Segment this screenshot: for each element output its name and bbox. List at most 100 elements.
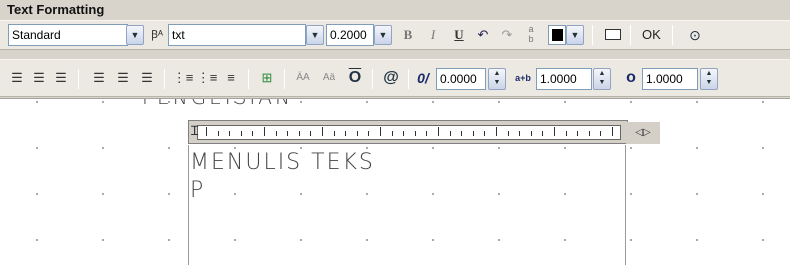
separator <box>164 69 165 89</box>
grid-dot <box>498 101 500 103</box>
resize-arrows-icon[interactable]: ◁▷ <box>626 122 660 144</box>
text-formatting-toolbar: Text Formatting Standard ▼ Ꞵᴬ txt ▼ 0.20… <box>0 0 790 99</box>
ruler-icon[interactable] <box>602 24 624 46</box>
justify-middle-icon[interactable]: ☰ <box>112 67 134 89</box>
text-line-2[interactable]: P <box>190 178 203 203</box>
ruler-tick <box>542 131 544 136</box>
ruler-tick <box>380 127 381 136</box>
separator <box>284 69 285 89</box>
ruler-tick <box>461 131 463 136</box>
height-dropdown-icon[interactable]: ▼ <box>374 25 392 45</box>
grid-dot <box>630 193 632 195</box>
tracking-input[interactable]: 1.0000 <box>536 68 592 90</box>
italic-icon[interactable]: I <box>422 24 444 46</box>
text-height-input[interactable]: 0.2000 <box>326 24 374 46</box>
grid-dot <box>762 101 764 103</box>
grid-dot <box>168 147 170 149</box>
grid-dot <box>102 101 104 103</box>
uppercase-icon[interactable]: ÄA <box>292 67 314 89</box>
align-center-icon[interactable]: ☰ <box>28 67 50 89</box>
separator <box>372 69 373 89</box>
symbol-icon[interactable]: @ <box>380 67 402 89</box>
bold-icon[interactable]: B <box>397 24 419 46</box>
undo-icon[interactable]: ↶ <box>472 24 494 46</box>
justify-bottom-icon[interactable]: ☰ <box>136 67 158 89</box>
ruler-tick <box>472 131 474 136</box>
ok-button[interactable]: OK <box>642 24 661 46</box>
options-icon[interactable]: ⊙ <box>684 24 706 46</box>
style-select[interactable]: Standard <box>8 24 128 46</box>
grid-dot <box>630 239 632 241</box>
color-dropdown-icon[interactable]: ▼ <box>566 25 584 45</box>
ruler-tick <box>345 131 347 136</box>
numbering-icon[interactable]: ⋮≡ <box>172 67 194 89</box>
ruler-scale <box>197 125 621 140</box>
ruler-tick <box>403 131 405 136</box>
ruler-tick <box>530 131 532 136</box>
ruler-tick <box>449 131 451 136</box>
style-dropdown-icon[interactable]: ▼ <box>126 25 144 45</box>
ruler-tick <box>612 127 613 136</box>
font-icon: Ꞵᴬ <box>150 29 164 41</box>
grid-dot <box>36 239 38 241</box>
grid-dot <box>300 101 302 103</box>
grid-dot <box>168 239 170 241</box>
separator <box>592 25 593 45</box>
ruler-tick <box>588 131 590 136</box>
underline-icon[interactable]: U <box>448 24 470 46</box>
font-select[interactable]: txt <box>168 24 306 46</box>
partial-text: PENGEISIAN <box>142 99 293 109</box>
grid-dot <box>696 239 698 241</box>
grid-dot <box>168 193 170 195</box>
grid-dot <box>102 239 104 241</box>
grid-dot <box>696 147 698 149</box>
tracking-spinner[interactable]: ▲ ▼ <box>593 68 611 90</box>
ruler-tick <box>496 127 497 136</box>
ruler-tick <box>484 131 486 136</box>
oblique-angle-input[interactable]: 0.0000 <box>436 68 486 90</box>
ruler-tick <box>368 131 370 136</box>
text-line-1[interactable]: MENULIS TEKS <box>190 150 375 175</box>
oblique-icon: 0/ <box>417 70 429 86</box>
stack-icon[interactable]: ab <box>520 24 542 46</box>
grid-dot <box>630 147 632 149</box>
justify-top-icon[interactable]: ☰ <box>88 67 110 89</box>
grid-dot <box>36 193 38 195</box>
grid-dot <box>102 193 104 195</box>
width-spinner[interactable]: ▲ ▼ <box>700 68 718 90</box>
overline-icon[interactable]: O <box>344 67 366 89</box>
width-factor-icon: o <box>626 69 636 86</box>
align-right-icon[interactable]: ☰ <box>50 67 72 89</box>
grid-dot <box>564 101 566 103</box>
separator <box>78 69 79 89</box>
lowercase-icon[interactable]: Aä <box>318 67 340 89</box>
separator <box>630 25 631 45</box>
list-icon[interactable]: ≡ <box>220 67 242 89</box>
color-select[interactable] <box>548 25 566 45</box>
tracking-icon: a+b <box>515 73 531 83</box>
ruler-tick <box>519 131 521 136</box>
bullets-icon[interactable]: ⋮≡ <box>196 67 218 89</box>
ruler-tick <box>565 131 567 136</box>
toolbar-title: Text Formatting <box>7 2 105 17</box>
grid-dot <box>762 147 764 149</box>
oblique-spinner[interactable]: ▲ ▼ <box>488 68 506 90</box>
ruler-tick <box>264 127 265 136</box>
indent-marker-icon[interactable]: Ɪ <box>191 123 198 139</box>
redo-icon[interactable]: ↷ <box>496 24 518 46</box>
ruler-tick <box>310 131 312 136</box>
grid-dot <box>102 147 104 149</box>
align-left-icon[interactable]: ☰ <box>6 67 28 89</box>
width-factor-input[interactable]: 1.0000 <box>642 68 698 90</box>
ruler-tick <box>240 131 242 136</box>
ruler-tick <box>252 131 254 136</box>
text-editor-ruler[interactable]: Ɪ <box>188 120 628 144</box>
insert-field-icon[interactable]: ⊞ <box>256 67 278 89</box>
ruler-tick <box>426 131 428 136</box>
ruler-tick <box>577 131 579 136</box>
ruler-tick <box>356 131 358 136</box>
ruler-tick <box>206 127 207 136</box>
font-dropdown-icon[interactable]: ▼ <box>306 25 324 45</box>
ruler-tick <box>391 131 393 136</box>
ruler-tick <box>507 131 509 136</box>
